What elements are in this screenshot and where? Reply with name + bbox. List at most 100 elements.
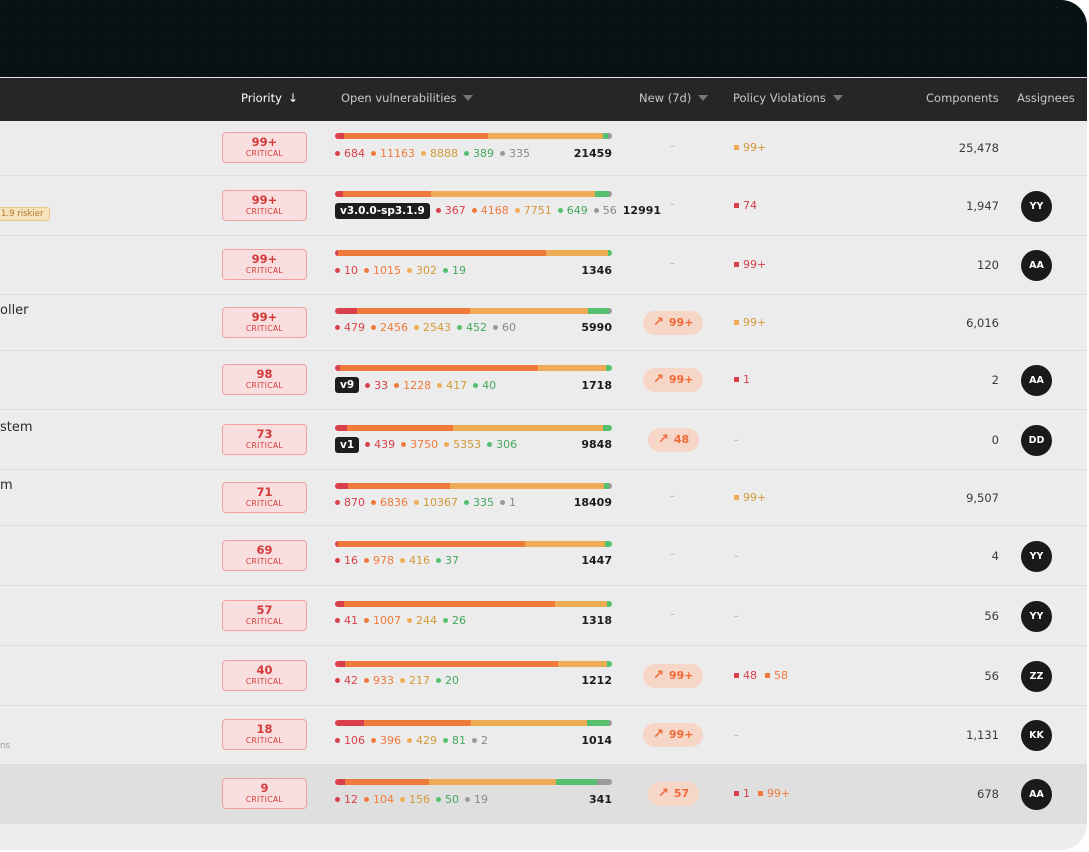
version-tag[interactable]: v1	[335, 436, 360, 453]
vulnerability-total: 341	[589, 792, 612, 806]
assignee-avatar[interactable]: YY	[1021, 540, 1052, 572]
policy-violations[interactable]: 1 99+	[734, 787, 798, 800]
policy-violations[interactable]: 99+	[734, 141, 774, 154]
count-low: 306	[487, 438, 517, 451]
severity-bar	[335, 133, 612, 139]
column-header-policy-violations[interactable]: Policy Violations	[733, 78, 843, 121]
table-row[interactable]: 69 CRITICAL 16 978 416 37 1447 – – 4 YY	[0, 526, 1087, 586]
components-count: 1,131	[966, 728, 999, 742]
assignee-avatar[interactable]: AA	[1021, 250, 1052, 281]
policy-violations[interactable]: –	[734, 549, 739, 562]
count-high: 1007	[364, 614, 401, 627]
new-7d-badge[interactable]: ↗ 99+	[643, 310, 704, 335]
count-unknown-value: 19	[474, 792, 488, 806]
new-7d-badge[interactable]: ↗ 57	[648, 782, 700, 806]
table-row[interactable]: 99+ CRITICAL 684 11163 8888 389 335 21459–99+ 25…	[0, 121, 1087, 176]
dot-critical-icon	[335, 267, 340, 273]
dot-high-icon	[371, 500, 376, 505]
project-table-body: 99+ CRITICAL 684 11163 8888 389 335 21459–99+ 25…	[0, 121, 1087, 824]
dot-low-icon	[443, 267, 448, 273]
assignee-avatar[interactable]: KK	[1021, 720, 1052, 751]
project-name[interactable]: oller	[0, 303, 29, 318]
new-7d-badge[interactable]: ↗ 99+	[643, 368, 704, 392]
policy-violations[interactable]: –	[734, 433, 739, 446]
policy-violations[interactable]: 74	[734, 199, 765, 212]
dot-critical-icon	[335, 737, 340, 743]
column-header-open-vulnerabilities-label: Open vulnerabilities	[341, 91, 457, 105]
filter-icon[interactable]	[832, 95, 843, 101]
dot-low-icon	[443, 737, 448, 743]
version-tag[interactable]: v9	[335, 377, 360, 393]
dot-high-icon	[401, 442, 407, 447]
dot-critical-icon	[335, 325, 340, 330]
dot-critical-icon	[335, 796, 340, 802]
count-unknown-value: 2	[481, 733, 488, 747]
count-critical: 42	[335, 674, 358, 687]
project-name[interactable]: m	[0, 478, 13, 493]
vulnerability-total: 12991	[622, 204, 662, 217]
assignee-avatar[interactable]: AA	[1021, 365, 1052, 396]
vulnerability-counts: 106 396 429 81 2 1014	[335, 733, 612, 747]
severity-bar	[335, 250, 612, 256]
policy-violations[interactable]: –	[734, 728, 739, 741]
policy-violations[interactable]: 1	[734, 373, 758, 386]
new-7d-badge[interactable]: ↗ 99+	[643, 723, 704, 747]
vulnerability-counts: 479 2456 2543 452 60 5990	[335, 321, 612, 335]
count-medium-value: 156	[409, 792, 430, 806]
filter-icon[interactable]	[698, 95, 709, 101]
count-medium: 429	[407, 734, 437, 747]
new-7d-badge[interactable]: ↗ 48	[648, 427, 700, 452]
column-header-components[interactable]: Components	[926, 78, 999, 121]
sort-arrow-down-icon[interactable]: ↓	[288, 78, 298, 119]
dot-medium-icon	[400, 678, 405, 683]
project-name[interactable]: stem	[0, 420, 33, 435]
trend-up-icon: ↗	[653, 372, 664, 387]
table-row[interactable]: ns 18 CRITICAL 106 396 429 81 2 1014 ↗ 99+ – 1,131 KK	[0, 706, 1087, 765]
table-row[interactable]: m 71 CRITICAL 870 6836 10367 335 1 18409 – 99+ 9,50…	[0, 470, 1087, 526]
priority-score: 99+	[251, 192, 278, 207]
components-count: 1,947	[966, 198, 999, 213]
severity-bar-segment-medium	[555, 600, 607, 607]
column-header-open-vulnerabilities[interactable]: Open vulnerabilities	[341, 78, 474, 121]
assignee-avatar[interactable]: YY	[1021, 190, 1052, 222]
filter-icon[interactable]	[463, 95, 474, 101]
new-7d-badge[interactable]: ↗ 99+	[643, 663, 704, 688]
count-low: 19	[443, 264, 466, 277]
table-row[interactable]: stem 73 CRITICAL v1 439 3750 5353 306 9848 ↗ 48 – 0 D…	[0, 410, 1087, 470]
table-row[interactable]: 57 CRITICAL 41 1007 244 26 1318 – – 56 YY	[0, 586, 1087, 646]
policy-violations[interactable]: 99+	[734, 491, 774, 504]
dot-high-icon	[364, 796, 369, 802]
new-7d-empty: –	[670, 490, 675, 502]
priority-badge: 40 CRITICAL	[222, 659, 307, 691]
assignee-avatar[interactable]: AA	[1021, 779, 1052, 810]
severity-bar-segment-critical	[335, 720, 364, 726]
column-header-priority[interactable]: Priority ↓	[241, 78, 298, 121]
table-row[interactable]: 1.9 riskier 99+ CRITICAL v3.0.0-sp3.1.9 367 4…	[0, 176, 1087, 236]
policy-violations[interactable]: 48 58	[734, 669, 796, 682]
version-tag[interactable]: v3.0.0-sp3.1.9	[335, 202, 430, 219]
column-header-new-7d[interactable]: New (7d)	[639, 78, 709, 121]
severity-bar-segment-unknown	[608, 720, 612, 726]
table-row[interactable]: oller 99+ CRITICAL 479 2456 2543 452 60 5990 ↗ 99+…	[0, 295, 1087, 351]
table-row[interactable]: 99+ CRITICAL 10 1015 302 19 1346–99+ 120 AA	[0, 236, 1087, 295]
severity-bar-segment-medium	[538, 365, 606, 371]
count-medium: 302	[407, 264, 437, 277]
count-critical: 41	[335, 614, 358, 627]
policy-violations[interactable]: –	[734, 609, 739, 622]
column-header-assignees[interactable]: Assignees	[1017, 78, 1075, 121]
priority-level: CRITICAL	[245, 266, 284, 275]
priority-level: CRITICAL	[245, 323, 284, 333]
assignee-avatar[interactable]: DD	[1021, 424, 1052, 456]
vulnerability-counts: v1 439 3750 5353 306 9848	[335, 436, 612, 453]
count-high-value: 933	[373, 674, 394, 687]
table-row[interactable]: 9 CRITICAL 12 104 156 50 19 341 ↗ 57 1 99+ 678 AA	[0, 765, 1087, 824]
dot-medium-icon	[407, 267, 412, 273]
assignee-avatar[interactable]: YY	[1021, 600, 1052, 632]
assignee-avatar[interactable]: ZZ	[1021, 660, 1052, 692]
table-row[interactable]: 98 CRITICAL v9 33 1228 417 40 1718 ↗ 99+ 1 2 AA	[0, 351, 1087, 410]
severity-bar-segment-unknown	[607, 133, 612, 139]
dot-high-icon	[364, 678, 369, 683]
table-row[interactable]: 40 CRITICAL 42 933 217 20 1212 ↗ 99+ 48 58 56 ZZ	[0, 646, 1087, 706]
policy-violations[interactable]: 99+	[734, 258, 774, 271]
policy-violations[interactable]: 99+	[734, 316, 774, 329]
